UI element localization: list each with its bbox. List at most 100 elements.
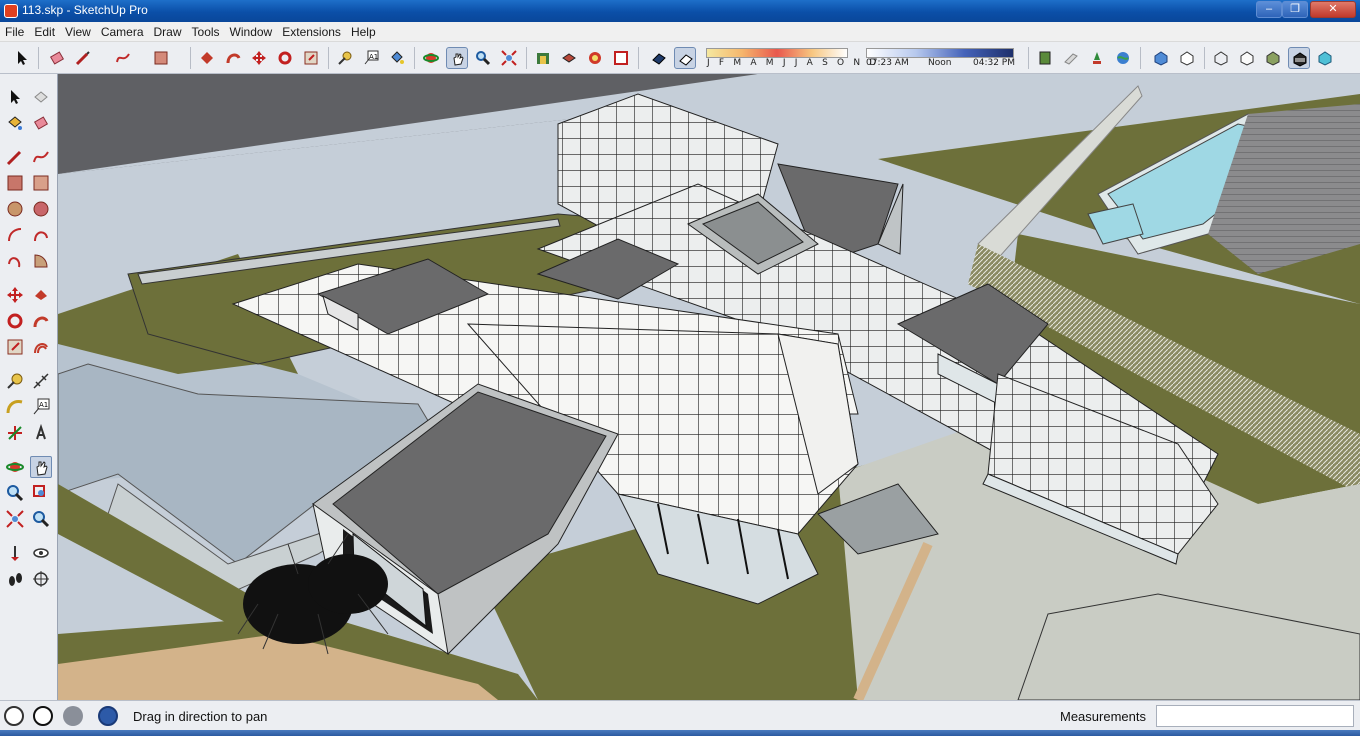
sketchup-logo-icon: [4, 4, 18, 18]
move-icon[interactable]: [248, 47, 270, 69]
push-pull-icon[interactable]: [196, 47, 218, 69]
sketchup-window: 113.skp - SketchUp Pro – ❐ ✕ File Edit Vie…: [0, 0, 1360, 736]
pan-hand-icon[interactable]: [446, 47, 468, 69]
measurements-input[interactable]: [1156, 705, 1354, 727]
eraser-icon[interactable]: [46, 47, 68, 69]
iso-view-icon[interactable]: [1150, 47, 1172, 69]
select-arrow-icon[interactable]: [11, 47, 33, 69]
hidden-line-icon[interactable]: [1236, 47, 1258, 69]
make-component-icon[interactable]: [30, 86, 52, 108]
three-point-arc-icon[interactable]: [4, 250, 26, 272]
wireframe-icon[interactable]: [1210, 47, 1232, 69]
follow-me-icon[interactable]: [222, 47, 244, 69]
circle-icon[interactable]: [4, 198, 26, 220]
menu-edit[interactable]: Edit: [29, 22, 60, 39]
minimize-button[interactable]: –: [1256, 1, 1282, 18]
3d-text-icon[interactable]: [30, 422, 52, 444]
push-pull-icon[interactable]: [30, 284, 52, 306]
xray-icon[interactable]: [648, 47, 670, 69]
dimension-icon[interactable]: [30, 370, 52, 392]
freehand-icon[interactable]: [30, 146, 52, 168]
freehand-icon[interactable]: [112, 47, 134, 69]
menu-help[interactable]: Help: [346, 22, 381, 39]
zoom-icon[interactable]: [472, 47, 494, 69]
section-icon[interactable]: [1034, 47, 1056, 69]
rotate-icon[interactable]: [274, 47, 296, 69]
svg-text:A1: A1: [369, 53, 378, 61]
arc-icon[interactable]: [4, 224, 26, 246]
date-slider[interactable]: [706, 48, 848, 58]
credits-info-icon[interactable]: [33, 706, 53, 726]
extension-icon[interactable]: [584, 47, 606, 69]
axes-icon[interactable]: [4, 422, 26, 444]
paint-bucket-icon[interactable]: [4, 112, 26, 134]
zoom-extents-icon[interactable]: [498, 47, 520, 69]
components-icon[interactable]: [558, 47, 580, 69]
menu-bar: File Edit View Camera Draw Tools Window Extensi…: [0, 22, 1360, 42]
two-point-arc-icon[interactable]: [30, 224, 52, 246]
status-hint: Drag in direction to pan: [133, 709, 268, 724]
follow-me-icon[interactable]: [30, 310, 52, 332]
pencil-line-icon[interactable]: [4, 146, 26, 168]
send-to-layout-icon[interactable]: [610, 47, 632, 69]
eraser-icon[interactable]: [30, 112, 52, 134]
user-account-icon[interactable]: [63, 706, 83, 726]
location-pin-icon[interactable]: [1086, 47, 1108, 69]
look-around-icon[interactable]: [30, 542, 52, 564]
zoom-icon[interactable]: [4, 482, 26, 504]
svg-text:A1: A1: [39, 401, 48, 409]
menu-camera[interactable]: Camera: [96, 22, 149, 39]
month-labels: J F M A M J J A S O N D: [707, 58, 880, 68]
time-slider[interactable]: [866, 48, 1014, 58]
rotated-rectangle-icon[interactable]: [30, 172, 52, 194]
offset-icon[interactable]: [30, 336, 52, 358]
maximize-button[interactable]: ❐: [1282, 1, 1308, 18]
zoom-extents-icon[interactable]: [4, 508, 26, 530]
shaded-icon[interactable]: [1262, 47, 1284, 69]
help-icon[interactable]: [98, 706, 118, 726]
shaded-texture-icon[interactable]: [1288, 47, 1310, 69]
pan-hand-icon[interactable]: [30, 456, 52, 478]
back-edges-icon[interactable]: [674, 47, 696, 69]
pencil-line-icon[interactable]: [72, 47, 94, 69]
menu-tools[interactable]: Tools: [187, 22, 225, 39]
monochrome-icon[interactable]: [1314, 47, 1336, 69]
model-viewport[interactable]: [58, 74, 1360, 700]
orbit-icon[interactable]: [4, 456, 26, 478]
os-taskbar: [0, 730, 1360, 736]
menu-file[interactable]: File: [0, 22, 29, 39]
section-fill-icon[interactable]: [1060, 47, 1082, 69]
polygon-icon[interactable]: [30, 198, 52, 220]
top-view-icon[interactable]: [1176, 47, 1198, 69]
menu-window[interactable]: Window: [225, 22, 278, 39]
text-label-icon[interactable]: A1: [30, 396, 52, 418]
scale-icon[interactable]: [300, 47, 322, 69]
globe-icon[interactable]: [1112, 47, 1134, 69]
rectangle-icon[interactable]: [4, 172, 26, 194]
time-start-label: 07:23 AM: [866, 58, 909, 68]
move-icon[interactable]: [4, 284, 26, 306]
protractor-icon[interactable]: [4, 396, 26, 418]
rotate-icon[interactable]: [4, 310, 26, 332]
menu-view[interactable]: View: [60, 22, 96, 39]
orbit-icon[interactable]: [420, 47, 442, 69]
menu-draw[interactable]: Draw: [149, 22, 187, 39]
walk-icon[interactable]: [4, 568, 26, 590]
previous-view-icon[interactable]: [30, 508, 52, 530]
close-button[interactable]: ✕: [1310, 1, 1356, 18]
select-arrow-icon[interactable]: [4, 86, 26, 108]
menu-extensions[interactable]: Extensions: [277, 22, 346, 39]
pie-icon[interactable]: [30, 250, 52, 272]
section-plane-icon[interactable]: [30, 568, 52, 590]
tape-measure-icon[interactable]: [4, 370, 26, 392]
geolocation-icon[interactable]: [4, 706, 24, 726]
zoom-window-icon[interactable]: [30, 482, 52, 504]
text-label-icon[interactable]: A1: [360, 47, 382, 69]
rectangle-icon[interactable]: [150, 47, 172, 69]
warehouse-icon[interactable]: [532, 47, 554, 69]
position-camera-icon[interactable]: [4, 542, 26, 564]
tape-measure-icon[interactable]: [334, 47, 356, 69]
scale-icon[interactable]: [4, 336, 26, 358]
window-title: 113.skp - SketchUp Pro: [22, 3, 148, 17]
paint-bucket-icon[interactable]: [386, 47, 408, 69]
